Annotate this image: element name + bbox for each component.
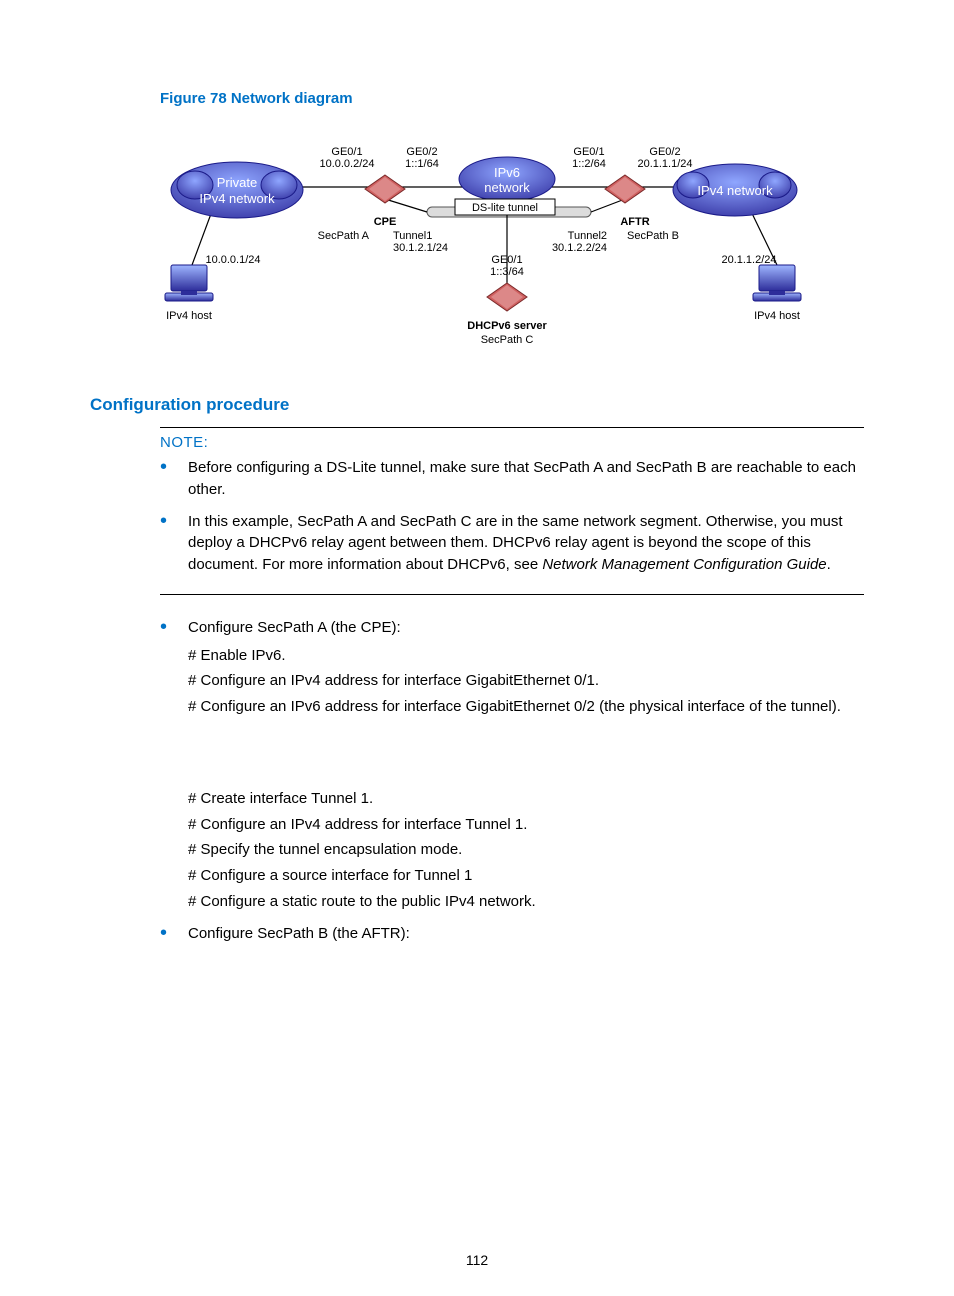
svg-text:IPv4 network: IPv4 network <box>697 183 773 198</box>
svg-text:GE0/1: GE0/1 <box>573 146 604 158</box>
cloud-ipv6: IPv6 network <box>459 157 555 201</box>
step-a-5: # Configure an IPv4 address for interfac… <box>188 814 864 836</box>
svg-text:20.1.1.1/24: 20.1.1.1/24 <box>637 158 692 170</box>
step-configure-secpath-a: Configure SecPath A (the CPE): # Enable … <box>160 617 864 913</box>
svg-text:IPv4 network: IPv4 network <box>199 191 275 206</box>
svg-text:20.1.1.2/24: 20.1.1.2/24 <box>721 254 776 266</box>
svg-text:SecPath C: SecPath C <box>481 334 534 346</box>
note-title: NOTE: <box>160 434 864 451</box>
svg-text:Tunnel2: Tunnel2 <box>568 230 607 242</box>
page: Figure 78 Network diagram <box>0 0 954 1296</box>
router-secpath-c <box>487 283 527 311</box>
note-item: In this example, SecPath A and SecPath C… <box>160 511 864 576</box>
svg-text:CPE: CPE <box>374 216 397 228</box>
cloud-private-ipv4: Private IPv4 network <box>171 162 303 218</box>
svg-text:Private: Private <box>217 175 257 190</box>
svg-text:GE0/1: GE0/1 <box>331 146 362 158</box>
note-item: Before configuring a DS-Lite tunnel, mak… <box>160 457 864 501</box>
host-left: 10.0.0.1/24 IPv4 host <box>165 254 261 322</box>
step-a-6: # Specify the tunnel encapsulation mode. <box>188 839 864 861</box>
router-secpath-a <box>365 175 405 203</box>
cloud-ipv4: IPv4 network <box>673 164 797 216</box>
step-a-2: # Configure an IPv4 address for interfac… <box>188 670 864 692</box>
svg-text:GE0/1: GE0/1 <box>491 254 522 266</box>
network-diagram: Private IPv4 network IPv6 network IPv4 n… <box>137 115 817 365</box>
svg-text:30.1.2.1/24: 30.1.2.1/24 <box>393 242 448 254</box>
svg-text:IPv6: IPv6 <box>494 165 520 180</box>
svg-text:1::1/64: 1::1/64 <box>405 158 439 170</box>
svg-text:10.0.0.2/24: 10.0.0.2/24 <box>319 158 374 170</box>
svg-text:SecPath B: SecPath B <box>627 230 679 242</box>
svg-text:DS-lite tunnel: DS-lite tunnel <box>472 202 538 214</box>
step-a-3: # Configure an IPv6 address for interfac… <box>188 696 864 718</box>
svg-text:DHCPv6 server: DHCPv6 server <box>467 320 547 332</box>
page-number: 112 <box>0 1252 954 1268</box>
svg-text:30.1.2.2/24: 30.1.2.2/24 <box>552 242 607 254</box>
note-box: NOTE: Before configuring a DS-Lite tunne… <box>160 427 864 595</box>
svg-text:IPv4 host: IPv4 host <box>754 310 800 322</box>
step-configure-secpath-b: Configure SecPath B (the AFTR): <box>160 923 864 945</box>
svg-text:network: network <box>484 180 530 195</box>
svg-text:Tunnel1: Tunnel1 <box>393 230 432 242</box>
svg-text:SecPath A: SecPath A <box>318 230 370 242</box>
step-a-8: # Configure a static route to the public… <box>188 891 864 913</box>
svg-text:IPv4 host: IPv4 host <box>166 310 212 322</box>
svg-text:GE0/2: GE0/2 <box>406 146 437 158</box>
svg-text:GE0/2: GE0/2 <box>649 146 680 158</box>
section-config-procedure: Configuration procedure <box>90 395 864 415</box>
step-a-1: # Enable IPv6. <box>188 645 864 667</box>
svg-text:AFTR: AFTR <box>620 216 649 228</box>
router-secpath-b <box>605 175 645 203</box>
figure-title: Figure 78 Network diagram <box>160 90 864 107</box>
host-right: 20.1.1.2/24 IPv4 host <box>721 254 801 322</box>
svg-text:10.0.0.1/24: 10.0.0.1/24 <box>205 254 260 266</box>
svg-text:1::3/64: 1::3/64 <box>490 266 524 278</box>
note-item-text: In this example, SecPath A and SecPath C… <box>188 513 843 574</box>
svg-text:1::2/64: 1::2/64 <box>572 158 606 170</box>
step-head: Configure SecPath A (the CPE): <box>188 619 401 636</box>
step-a-4: # Create interface Tunnel 1. <box>188 788 864 810</box>
step-a-7: # Configure a source interface for Tunne… <box>188 865 864 887</box>
